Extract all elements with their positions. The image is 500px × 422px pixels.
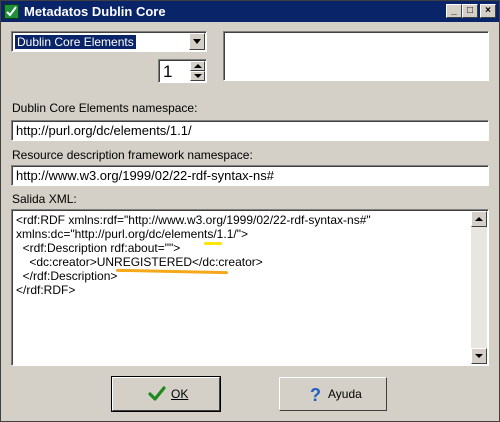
spin-down-button[interactable] (190, 71, 205, 81)
window-title: Metadatos Dublin Core (24, 4, 166, 19)
rdf-namespace-label: Resource description framework namespace… (12, 148, 253, 162)
xml-line: xmlns:dc="http://purl.org/dc/elements/1.… (16, 227, 248, 241)
xml-output-content: <rdf:RDF xmlns:rdf="http://www.w3.org/19… (16, 213, 371, 297)
dublin-core-dialog: Metadatos Dublin Core _ □ × Dublin Core … (0, 0, 500, 422)
arrow-down-icon (475, 354, 483, 358)
dc-namespace-field[interactable]: http://purl.org/dc/elements/1.1/ (11, 120, 489, 141)
xml-line: <rdf:RDF xmlns:rdf="http://www.w3.org/19… (16, 213, 371, 227)
rdf-namespace-value: http://www.w3.org/1999/02/22-rdf-syntax-… (16, 168, 274, 183)
count-spinner[interactable]: 1 (158, 59, 207, 83)
dc-namespace-value: http://purl.org/dc/elements/1.1/ (16, 123, 192, 138)
about-attribute-highlight (204, 242, 222, 245)
xml-line: </rdf:RDF> (16, 283, 76, 297)
scroll-down-button[interactable] (471, 348, 487, 364)
help-button-label: Ayuda (328, 387, 362, 401)
xml-line: <rdf:Description rdf:about=""> (16, 241, 181, 255)
title-bar[interactable]: Metadatos Dublin Core _ □ × (1, 1, 499, 22)
app-icon (4, 4, 19, 19)
minimize-button[interactable]: _ (446, 4, 462, 18)
dropdown-button[interactable] (189, 33, 205, 50)
close-button[interactable]: × (480, 4, 496, 18)
chevron-down-icon (193, 39, 201, 44)
element-set-select[interactable]: Dublin Core Elements (11, 31, 207, 52)
maximize-button[interactable]: □ (462, 4, 478, 18)
scroll-up-button[interactable] (471, 211, 487, 227)
xml-line: <dc:creator>UNREGISTERED</dc:creator> (16, 255, 263, 269)
question-icon: ? (310, 385, 321, 403)
description-textbox[interactable] (223, 31, 489, 81)
rdf-namespace-field[interactable]: http://www.w3.org/1999/02/22-rdf-syntax-… (11, 165, 489, 186)
arrow-up-icon (194, 64, 202, 68)
element-set-selected-value: Dublin Core Elements (15, 35, 136, 49)
arrow-down-icon (194, 74, 202, 78)
svg-text:?: ? (310, 385, 321, 403)
ok-button-label: OK (171, 387, 189, 401)
arrow-up-icon (475, 217, 483, 221)
dc-namespace-label: Dublin Core Elements namespace: (12, 101, 198, 115)
count-spinner-value: 1 (163, 62, 173, 81)
help-button[interactable]: ? Ayuda (279, 377, 387, 411)
xml-output-label: Salida XML: (12, 192, 77, 206)
xml-vertical-scrollbar[interactable] (471, 211, 487, 364)
xml-output-textarea[interactable]: <rdf:RDF xmlns:rdf="http://www.w3.org/19… (11, 209, 489, 366)
ok-button[interactable]: OK (111, 376, 221, 412)
checkmark-icon (148, 386, 166, 401)
spin-up-button[interactable] (190, 61, 205, 71)
